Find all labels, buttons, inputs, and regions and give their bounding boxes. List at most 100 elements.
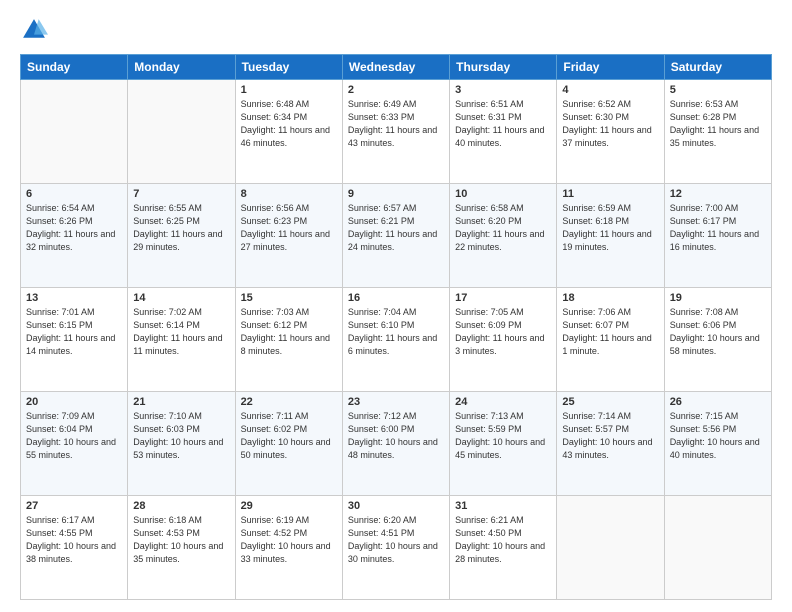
calendar-body: 1Sunrise: 6:48 AMSunset: 6:34 PMDaylight… xyxy=(21,80,772,600)
logo xyxy=(20,16,52,44)
calendar-cell: 6 Sunrise: 6:54 AMSunset: 6:26 PMDaylight… xyxy=(21,184,128,288)
day-number: 18 xyxy=(562,292,658,304)
weekday-header-row: SundayMondayTuesdayWednesdayThursdayFrid… xyxy=(21,55,772,80)
calendar-cell: 2 Sunrise: 6:49 AMSunset: 6:33 PMDaylight… xyxy=(342,80,449,184)
calendar-cell xyxy=(21,80,128,184)
day-number: 30 xyxy=(348,500,444,512)
day-number: 2 xyxy=(348,84,444,96)
header xyxy=(20,16,772,44)
calendar-cell: 4 Sunrise: 6:52 AMSunset: 6:30 PMDaylight… xyxy=(557,80,664,184)
weekday-header-monday: Monday xyxy=(128,55,235,80)
calendar-cell: 14 Sunrise: 7:02 AMSunset: 6:14 PMDayligh… xyxy=(128,288,235,392)
weekday-header-wednesday: Wednesday xyxy=(342,55,449,80)
calendar-cell: 13 Sunrise: 7:01 AMSunset: 6:15 PMDayligh… xyxy=(21,288,128,392)
day-info: Sunrise: 7:05 AMSunset: 6:09 PMDaylight:… xyxy=(455,306,551,358)
calendar-cell: 3 Sunrise: 6:51 AMSunset: 6:31 PMDaylight… xyxy=(450,80,557,184)
day-info: Sunrise: 6:55 AMSunset: 6:25 PMDaylight:… xyxy=(133,202,229,254)
day-info: Sunrise: 7:09 AMSunset: 6:04 PMDaylight:… xyxy=(26,410,122,462)
calendar-week-1: 6 Sunrise: 6:54 AMSunset: 6:26 PMDaylight… xyxy=(21,184,772,288)
weekday-header-friday: Friday xyxy=(557,55,664,80)
calendar-week-2: 13 Sunrise: 7:01 AMSunset: 6:15 PMDayligh… xyxy=(21,288,772,392)
day-number: 15 xyxy=(241,292,337,304)
day-number: 19 xyxy=(670,292,766,304)
calendar-table: SundayMondayTuesdayWednesdayThursdayFrid… xyxy=(20,54,772,600)
day-number: 13 xyxy=(26,292,122,304)
day-info: Sunrise: 7:03 AMSunset: 6:12 PMDaylight:… xyxy=(241,306,337,358)
calendar-cell xyxy=(664,496,771,600)
calendar-cell: 8 Sunrise: 6:56 AMSunset: 6:23 PMDaylight… xyxy=(235,184,342,288)
day-info: Sunrise: 7:10 AMSunset: 6:03 PMDaylight:… xyxy=(133,410,229,462)
day-info: Sunrise: 6:53 AMSunset: 6:28 PMDaylight:… xyxy=(670,98,766,150)
calendar-cell: 7 Sunrise: 6:55 AMSunset: 6:25 PMDaylight… xyxy=(128,184,235,288)
day-info: Sunrise: 6:52 AMSunset: 6:30 PMDaylight:… xyxy=(562,98,658,150)
day-info: Sunrise: 7:02 AMSunset: 6:14 PMDaylight:… xyxy=(133,306,229,358)
calendar-cell: 17 Sunrise: 7:05 AMSunset: 6:09 PMDayligh… xyxy=(450,288,557,392)
calendar-cell: 29Sunrise: 6:19 AMSunset: 4:52 PMDayligh… xyxy=(235,496,342,600)
calendar-cell: 1Sunrise: 6:48 AMSunset: 6:34 PMDaylight… xyxy=(235,80,342,184)
day-number: 24 xyxy=(455,396,551,408)
day-info: Sunrise: 6:49 AMSunset: 6:33 PMDaylight:… xyxy=(348,98,444,150)
weekday-header-saturday: Saturday xyxy=(664,55,771,80)
day-info: Sunrise: 7:00 AMSunset: 6:17 PMDaylight:… xyxy=(670,202,766,254)
weekday-header-thursday: Thursday xyxy=(450,55,557,80)
calendar-cell: 27 Sunrise: 6:17 AMSunset: 4:55 PMDayligh… xyxy=(21,496,128,600)
day-number: 28 xyxy=(133,500,229,512)
calendar-cell: 28 Sunrise: 6:18 AMSunset: 4:53 PMDayligh… xyxy=(128,496,235,600)
day-info: Sunrise: 6:18 AMSunset: 4:53 PMDaylight:… xyxy=(133,514,229,566)
calendar-cell: 15 Sunrise: 7:03 AMSunset: 6:12 PMDayligh… xyxy=(235,288,342,392)
day-number: 3 xyxy=(455,84,551,96)
weekday-header-sunday: Sunday xyxy=(21,55,128,80)
day-number: 5 xyxy=(670,84,766,96)
calendar-cell: 23Sunrise: 7:12 AMSunset: 6:00 PMDayligh… xyxy=(342,392,449,496)
day-number: 9 xyxy=(348,188,444,200)
day-number: 11 xyxy=(562,188,658,200)
day-number: 10 xyxy=(455,188,551,200)
calendar-cell: 11 Sunrise: 6:59 AMSunset: 6:18 PMDayligh… xyxy=(557,184,664,288)
day-info: Sunrise: 7:04 AMSunset: 6:10 PMDaylight:… xyxy=(348,306,444,358)
day-info: Sunrise: 6:58 AMSunset: 6:20 PMDaylight:… xyxy=(455,202,551,254)
day-info: Sunrise: 6:57 AMSunset: 6:21 PMDaylight:… xyxy=(348,202,444,254)
day-info: Sunrise: 6:20 AMSunset: 4:51 PMDaylight:… xyxy=(348,514,444,566)
day-number: 14 xyxy=(133,292,229,304)
day-info: Sunrise: 6:51 AMSunset: 6:31 PMDaylight:… xyxy=(455,98,551,150)
calendar-cell: 25 Sunrise: 7:14 AMSunset: 5:57 PMDayligh… xyxy=(557,392,664,496)
day-number: 4 xyxy=(562,84,658,96)
day-number: 29 xyxy=(241,500,337,512)
day-info: Sunrise: 7:11 AMSunset: 6:02 PMDaylight:… xyxy=(241,410,337,462)
calendar-cell: 19 Sunrise: 7:08 AMSunset: 6:06 PMDayligh… xyxy=(664,288,771,392)
day-info: Sunrise: 7:01 AMSunset: 6:15 PMDaylight:… xyxy=(26,306,122,358)
day-info: Sunrise: 6:56 AMSunset: 6:23 PMDaylight:… xyxy=(241,202,337,254)
calendar-cell: 22Sunrise: 7:11 AMSunset: 6:02 PMDayligh… xyxy=(235,392,342,496)
day-info: Sunrise: 7:08 AMSunset: 6:06 PMDaylight:… xyxy=(670,306,766,358)
day-info: Sunrise: 7:14 AMSunset: 5:57 PMDaylight:… xyxy=(562,410,658,462)
day-number: 16 xyxy=(348,292,444,304)
day-number: 25 xyxy=(562,396,658,408)
day-info: Sunrise: 7:12 AMSunset: 6:00 PMDaylight:… xyxy=(348,410,444,462)
calendar-cell xyxy=(557,496,664,600)
day-number: 20 xyxy=(26,396,122,408)
calendar-cell: 9 Sunrise: 6:57 AMSunset: 6:21 PMDaylight… xyxy=(342,184,449,288)
day-number: 21 xyxy=(133,396,229,408)
day-number: 27 xyxy=(26,500,122,512)
day-number: 7 xyxy=(133,188,229,200)
day-info: Sunrise: 7:13 AMSunset: 5:59 PMDaylight:… xyxy=(455,410,551,462)
weekday-header-tuesday: Tuesday xyxy=(235,55,342,80)
day-number: 8 xyxy=(241,188,337,200)
day-info: Sunrise: 7:15 AMSunset: 5:56 PMDaylight:… xyxy=(670,410,766,462)
logo-icon xyxy=(20,16,48,44)
day-info: Sunrise: 6:21 AMSunset: 4:50 PMDaylight:… xyxy=(455,514,551,566)
calendar-cell: 10 Sunrise: 6:58 AMSunset: 6:20 PMDayligh… xyxy=(450,184,557,288)
calendar-cell: 16 Sunrise: 7:04 AMSunset: 6:10 PMDayligh… xyxy=(342,288,449,392)
day-number: 17 xyxy=(455,292,551,304)
day-number: 6 xyxy=(26,188,122,200)
page: SundayMondayTuesdayWednesdayThursdayFrid… xyxy=(0,0,792,612)
calendar-header: SundayMondayTuesdayWednesdayThursdayFrid… xyxy=(21,55,772,80)
calendar-cell: 24 Sunrise: 7:13 AMSunset: 5:59 PMDayligh… xyxy=(450,392,557,496)
calendar-cell: 21 Sunrise: 7:10 AMSunset: 6:03 PMDayligh… xyxy=(128,392,235,496)
day-info: Sunrise: 6:59 AMSunset: 6:18 PMDaylight:… xyxy=(562,202,658,254)
day-info: Sunrise: 6:54 AMSunset: 6:26 PMDaylight:… xyxy=(26,202,122,254)
day-info: Sunrise: 6:17 AMSunset: 4:55 PMDaylight:… xyxy=(26,514,122,566)
calendar-cell: 12Sunrise: 7:00 AMSunset: 6:17 PMDayligh… xyxy=(664,184,771,288)
calendar-cell: 18Sunrise: 7:06 AMSunset: 6:07 PMDayligh… xyxy=(557,288,664,392)
calendar-cell: 5 Sunrise: 6:53 AMSunset: 6:28 PMDaylight… xyxy=(664,80,771,184)
